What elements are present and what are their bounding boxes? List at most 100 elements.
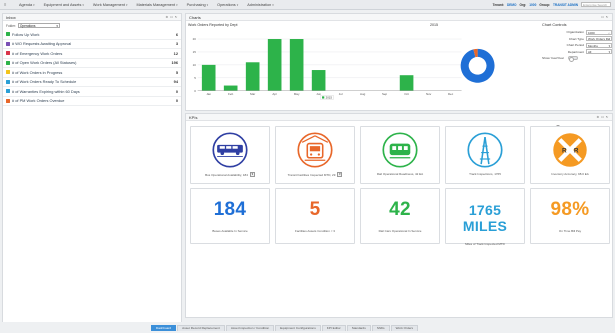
tab-work-orders[interactable]: Work Orders [390, 325, 419, 331]
kpi-icon-wrap [446, 132, 524, 168]
nav-item[interactable]: Equipment and Assets▾ [44, 3, 84, 7]
kpi-caption-row: Bus Operational Availability, 184 ▾ [191, 172, 269, 177]
show-year-toggle[interactable] [567, 56, 578, 63]
chevron-down-icon: ▾ [82, 2, 84, 7]
chart-bar[interactable] [289, 39, 304, 91]
inbox-item-label: # WO Requests Awaiting Approval [12, 41, 72, 47]
charts-tools-icons[interactable]: ⊡ ↻ [601, 15, 609, 19]
nav-item-label: Operations [217, 2, 236, 7]
top-nav-bar: ≡ Agenda▾ Equipment and Assets▾ Work Manag… [0, 0, 615, 10]
kpi-number-card[interactable]: 184 Buses Available In Service [190, 188, 270, 244]
y-tick-label: 0 [194, 89, 196, 93]
tab-standards[interactable]: Standards [346, 325, 371, 331]
inbox-item-label: # of Warranties Expiring within 60 Days [12, 88, 80, 94]
chart-bar[interactable] [245, 62, 260, 91]
nav-item[interactable]: Materials Management▾ [136, 3, 177, 7]
group-label: Group: [539, 2, 550, 7]
chart-bar[interactable] [201, 64, 216, 91]
inbox-list: Follow Up Work 6 # WO Requests Awaiting Ap… [3, 30, 181, 106]
inbox-item[interactable]: # of PM Work Orders Overdue 0 [3, 97, 181, 106]
tab-dashboard[interactable]: Dashboard [151, 325, 177, 331]
chart-controls-title: Chart Controls [542, 23, 567, 27]
kpi-number-card[interactable]: 42 Rail Cars Operational In Service [360, 188, 440, 244]
inbox-item[interactable]: # WO Requests Awaiting Approval 3 [3, 40, 181, 49]
kpi-icon-card[interactable]: Transit Facilities Inspected MTD, 29 ▾ [275, 126, 355, 184]
kpi-caption-row: Transit Facilities Inspected MTD, 29 ▾ [276, 172, 354, 177]
inbox-color-swatch [6, 89, 10, 94]
tenant-value[interactable]: DEMO [507, 3, 517, 7]
kpi-number-card[interactable]: 5 Facilities Assets Condition < 3 [275, 188, 355, 244]
chart-heading: Work Orders Reported by Dept [188, 23, 238, 27]
inbox-item-count: 5 [175, 69, 178, 75]
kpi-dropdown-button[interactable]: ▾ [337, 172, 343, 177]
organization-input[interactable]: 1000 ⌕ [586, 29, 612, 35]
kpi-icon-card[interactable]: Rail Operational Readiness, 42 EA [360, 126, 440, 184]
nav-item[interactable]: Purchasing▾ [187, 3, 209, 7]
inbox-item[interactable]: # of Warranties Expiring within 60 Days 0 [3, 87, 181, 97]
inbox-item-count: 0 [175, 88, 178, 94]
inbox-item[interactable]: # of Work Orders in Progress 5 [3, 68, 181, 78]
organization-label: Organization [566, 30, 584, 35]
inbox-item[interactable]: # of Work Orders Ready To Schedule 94 [3, 78, 181, 87]
nav-item[interactable]: Operations▾ [217, 3, 238, 7]
kpi-icon-card[interactable]: Track Inspections, 1765 [445, 126, 525, 184]
kpi-number-card[interactable]: 98% On Time Bill Pay [530, 188, 610, 244]
inbox-color-swatch [6, 32, 10, 37]
tab-equipment-configurations[interactable]: Equipment Configurations [275, 325, 321, 331]
x-tick-label: Dec [448, 92, 454, 96]
nav-item[interactable]: Agenda▾ [19, 3, 35, 7]
nav-item-label: Administration [247, 2, 272, 7]
department-select[interactable]: All ▾ [586, 49, 612, 55]
nav-item[interactable]: Administration▾ [247, 3, 274, 7]
tab-asset-record-replacement[interactable]: Asset Record Replacement [177, 325, 225, 331]
folder-select[interactable]: Operations ▾ [17, 23, 60, 28]
tab-shifts[interactable]: Shifts [371, 325, 390, 331]
kpi-dropdown-button[interactable]: ▾ [249, 172, 255, 177]
rail-car-icon [382, 132, 418, 168]
enterprise-search-input[interactable]: Enterprise Search [581, 2, 611, 7]
x-tick-label: Oct [404, 92, 409, 96]
kpi-number-card[interactable]: 1765 MILES Miles of Track Inspected MTD [445, 188, 525, 246]
chart-bar[interactable] [267, 39, 282, 91]
inbox-color-swatch [6, 51, 10, 56]
chart-type-select[interactable]: Work Orders Re ▾ [586, 36, 612, 42]
inbox-color-swatch [6, 79, 10, 84]
chevron-down-icon: ▾ [56, 24, 58, 28]
main-nav: Agenda▾ Equipment and Assets▾ Work Managem… [10, 3, 274, 7]
tab-kpi-editor[interactable]: KPI Editor [321, 325, 346, 331]
chart-period-select[interactable]: Months ▾ [586, 42, 612, 48]
inbox-item-count: 12 [173, 50, 178, 56]
nav-item-label: Equipment and Assets [43, 2, 82, 7]
inbox-item[interactable]: Follow Up Work 6 [3, 30, 181, 40]
org-label: Org: [519, 2, 527, 7]
x-tick-label: Apr [272, 92, 277, 96]
kpis-title: KPIs [189, 114, 198, 120]
x-tick-label: Feb [228, 92, 233, 96]
chart-bar[interactable] [311, 70, 326, 91]
kpi-icon-card[interactable]: R R Inventory Accuracy, 98.0 EA [530, 126, 610, 184]
organization-value: 1000 [588, 30, 595, 35]
inbox-color-swatch [6, 60, 10, 65]
chart-bar[interactable] [223, 85, 238, 91]
chart-bar[interactable] [399, 75, 414, 91]
nav-item[interactable]: Work Management▾ [93, 3, 128, 7]
chart-legend[interactable]: 2015 [320, 94, 334, 100]
kpis-tools-icons[interactable]: ⚙ ⊡ ↻ [597, 115, 609, 119]
inbox-item[interactable]: # of Open Work Orders (All Statuses) 196 [3, 59, 181, 68]
kpi-caption: Facilities Assets Condition < 3 [295, 229, 335, 233]
org-value[interactable]: 1000 [529, 3, 536, 7]
chart-type-label: Chart Type [568, 36, 584, 41]
search-icon[interactable]: ⌕ [608, 31, 610, 34]
inbox-color-swatch [6, 70, 10, 75]
tab-asset-inspection-condition[interactable]: Asset Inspection / Condition [225, 325, 275, 331]
inbox-item-label: # of PM Work Orders Overdue [12, 98, 65, 104]
y-tick-label: 20 [193, 37, 197, 41]
kpi-icon-card[interactable]: Bus Operational Availability, 184 ▾ [190, 126, 270, 184]
kpi-caption-row: Facilities Assets Condition < 3 [276, 229, 354, 233]
nav-item-label: Purchasing [186, 2, 206, 7]
inbox-item[interactable]: # of Emergency Work Orders 12 [3, 49, 181, 59]
group-value[interactable]: TRANSIT ADMIN [553, 3, 578, 7]
charts-panel: Charts ⊡ ↻ Work Orders Reported by Dept … [185, 13, 613, 111]
inbox-tools-icons[interactable]: ⚙ ⊡ ↻ [166, 15, 178, 19]
track-icon [467, 132, 503, 168]
